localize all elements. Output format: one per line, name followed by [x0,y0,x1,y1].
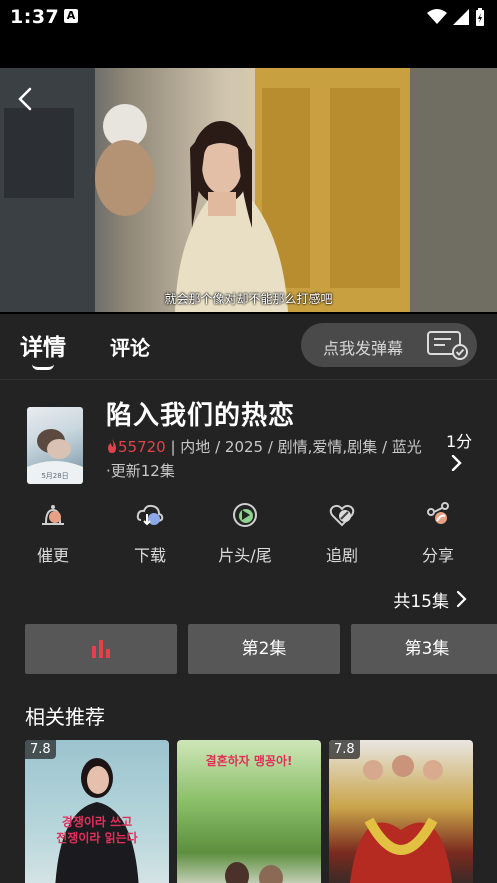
tab-active-indicator [32,364,54,370]
video-player[interactable]: 就会那个像对却不能那么打感吧 [0,34,497,314]
episode-count[interactable]: 共15集 [393,587,449,612]
recommendation-card-3[interactable]: 7.8 [329,740,473,883]
back-button[interactable] [14,86,40,112]
recommendation-2-title: 결혼하자 맹꽁아! [205,754,293,768]
share-icon [427,502,449,524]
follow-button[interactable]: 追剧 [302,500,382,566]
urge-label: 催更 [36,546,69,565]
show-score: 1分 [446,432,473,451]
episode-3-label: 第3集 [404,639,450,659]
episode-chevron-icon[interactable] [454,590,468,608]
show-poster[interactable]: 5月28日 [27,407,83,484]
recommendation-card-1[interactable]: 경쟁이라 쓰고 전쟁이라 읽는다 7.8 [25,740,169,883]
show-info[interactable]: 5月28日 陷入我们的热恋 55720 | 内地 / 2025 / 剧情,爱情,… [0,395,497,490]
show-title: 陷入我们的热恋 [106,401,296,431]
episode-2-label: 第2集 [241,639,287,659]
chevron-right-icon[interactable] [449,455,465,471]
play-skip-icon [233,503,257,527]
episode-1-button[interactable] [25,624,177,674]
signal-icon [453,9,469,25]
heat-count: 55720 [118,438,166,456]
action-bar: 催更 下载 片头/尾 追剧 分享 [0,500,497,570]
download-label: 下载 [133,546,166,565]
follow-icon [329,504,355,527]
wifi-icon [427,9,447,24]
recommendations-list: 경쟁이라 쓰고 전쟁이라 읽는다 7.8 결혼하자 맹꽁아! 7.8 [25,740,497,883]
video-scene [0,68,497,312]
episode-2-button[interactable]: 第2集 [188,624,340,674]
download-button[interactable]: 下载 [110,500,190,566]
show-meta: 55720 | 内地 / 2025 / 剧情,爱情,剧集 / 蓝光·更新12集 [106,435,426,483]
urge-icon [42,505,64,525]
tab-comments[interactable]: 评论 [110,332,150,361]
recommendation-poster-1: 경쟁이라 쓰고 전쟁이라 읽는다 [55,758,139,883]
download-icon [136,504,164,526]
status-icons [427,8,485,26]
detail-tabs: 详情 评论 点我发弹幕 [0,314,497,380]
battery-icon [476,8,484,26]
danmaku-input-button[interactable]: 点我发弹幕 [301,323,477,367]
video-frame [0,68,497,312]
recommendation-1-score: 7.8 [25,740,56,759]
svg-text:경쟁이라 쓰고: 경쟁이라 쓰고 [62,814,132,829]
share-label: 分享 [421,546,454,565]
poster-caption: 5月28日 [41,472,69,480]
now-playing-icon [92,640,110,658]
danmaku-placeholder: 点我发弹幕 [323,339,404,358]
recommendation-3-score: 7.8 [329,740,360,759]
svg-text:전쟁이라 읽는다: 전쟁이라 읽는다 [56,830,137,845]
urge-button[interactable]: 催更 [13,500,93,566]
status-time: 1:37 [10,6,60,28]
intro-outro-button[interactable]: 片头/尾 [205,500,285,566]
flame-icon [108,439,116,453]
notification-a-icon: A [64,9,78,23]
share-button[interactable]: 分享 [398,500,478,566]
recommendation-poster-3 [349,755,453,883]
episode-list: 第2集 第3集 [25,624,497,674]
recommendations-title: 相关推荐 [25,705,105,729]
episode-3-button[interactable]: 第3集 [351,624,497,674]
recommendation-card-2[interactable]: 결혼하자 맹꽁아! [177,740,321,883]
follow-label: 追剧 [325,546,358,565]
video-subtitle: 就会那个像对却不能那么打感吧 [164,292,333,306]
status-bar: 1:37 A [0,0,497,34]
intro-outro-label: 片头/尾 [218,546,272,565]
tab-details[interactable]: 详情 [20,328,66,362]
danmaku-settings-icon[interactable] [427,330,469,360]
